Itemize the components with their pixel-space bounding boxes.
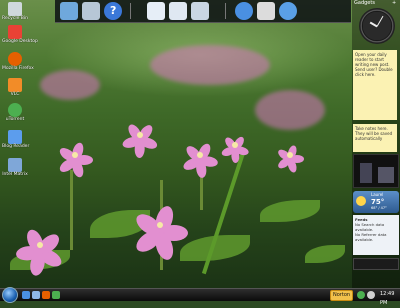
desktop-icon-utorrent[interactable]: uTorrent	[2, 103, 28, 122]
utorrent-icon	[8, 103, 22, 117]
weather-gadget[interactable]: Laurel 75° 68° / 47°	[353, 191, 399, 213]
desktop-icon-google-desktop[interactable]: Google Desktop	[2, 25, 38, 44]
vlc-icon	[8, 78, 22, 92]
flower-stem	[70, 170, 73, 250]
norton-tray-button[interactable]: Norton	[330, 290, 354, 301]
google-desktop-icon	[8, 25, 22, 39]
quick-launch-desktop-icon[interactable]	[32, 291, 40, 299]
quick-launch-bar: ?	[55, 0, 351, 23]
mini-gadget[interactable]	[353, 258, 399, 270]
separator	[130, 3, 131, 19]
desktop-icon-vlc[interactable]: VLC	[2, 78, 28, 97]
quick-launch-app-icon[interactable]	[52, 291, 60, 299]
clock-minute-hand	[376, 15, 384, 27]
taskbar: Norton 12:49 PM	[0, 287, 400, 306]
background-flowers	[255, 90, 325, 130]
sun-icon	[356, 196, 366, 206]
quick-launch-firefox-icon[interactable]	[42, 291, 50, 299]
help-icon[interactable]: ?	[104, 2, 122, 20]
feed-gadget[interactable]: Feeds No Search data available. No Refer…	[353, 215, 399, 255]
background-flowers	[40, 70, 100, 100]
sidebar-header: Gadgets +	[354, 0, 397, 6]
intel-matrix-icon	[8, 158, 22, 172]
start-button[interactable]	[2, 287, 18, 303]
slideshow-image	[360, 163, 372, 183]
document-icon[interactable]	[147, 2, 165, 20]
desktop-icon-intel-matrix[interactable]: Intel Matrix	[2, 158, 28, 177]
network-icon[interactable]	[357, 291, 365, 299]
leaf	[305, 245, 345, 263]
leaf	[260, 200, 320, 222]
slideshow-image	[378, 167, 394, 183]
computer-icon[interactable]	[82, 2, 100, 20]
media-player-icon[interactable]	[235, 2, 253, 20]
desktop-icon-firefox[interactable]: Mozilla Firefox	[2, 52, 34, 71]
recycle-bin-icon	[8, 2, 22, 16]
blog-reader-icon	[8, 130, 22, 144]
quick-launch-ie-icon[interactable]	[22, 291, 30, 299]
folder-icon[interactable]	[191, 2, 209, 20]
firefox-icon	[8, 52, 22, 66]
background-flowers	[150, 45, 270, 85]
clock-gadget[interactable]	[359, 8, 395, 44]
desktop-icon-blog-reader[interactable]: Blog Reader	[2, 130, 29, 149]
separator	[225, 3, 226, 19]
desktop-icon-recycle-bin[interactable]: Recycle Bin	[2, 2, 28, 21]
volume-icon[interactable]	[367, 291, 375, 299]
desktop-wallpaper	[0, 0, 400, 288]
slideshow-gadget[interactable]	[353, 154, 399, 188]
add-gadget-icon[interactable]: +	[392, 0, 396, 6]
notes-gadget[interactable]: Open your daily reader to start writing …	[353, 50, 397, 120]
notepad-icon[interactable]	[169, 2, 187, 20]
clock-hour-hand	[369, 22, 378, 28]
mail-icon[interactable]	[257, 2, 275, 20]
show-desktop-icon[interactable]	[60, 2, 78, 20]
notes-gadget-2[interactable]: Take notes here. They will be saved auto…	[353, 124, 397, 152]
internet-explorer-icon[interactable]	[279, 2, 297, 20]
clock-time[interactable]: 12:49 PM	[380, 290, 400, 308]
